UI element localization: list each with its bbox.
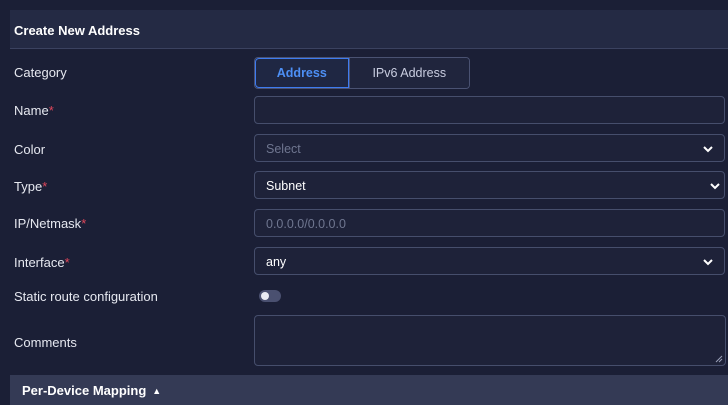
per-device-mapping-title: Per-Device Mapping ▲: [22, 383, 161, 398]
chevron-down-icon: [703, 146, 713, 153]
caret-up-icon: ▲: [152, 386, 162, 396]
category-option-address[interactable]: Address: [255, 58, 349, 88]
page-title: Create New Address: [14, 23, 140, 38]
ip-netmask-placeholder: 0.0.0.0/0.0.0.0: [266, 217, 346, 231]
category-option-ipv6-address[interactable]: IPv6 Address: [348, 58, 469, 88]
static-route-toggle[interactable]: [259, 290, 281, 302]
type-select[interactable]: Subnet: [254, 171, 725, 199]
chevron-down-icon: [710, 183, 720, 190]
interface-value: any: [266, 255, 287, 269]
comments-textarea[interactable]: [254, 315, 726, 366]
color-label: Color: [14, 142, 46, 157]
color-placeholder: Select: [266, 142, 301, 156]
type-label-text: Type: [14, 179, 43, 194]
chevron-down-icon: [703, 259, 713, 266]
ip-netmask-input[interactable]: 0.0.0.0/0.0.0.0: [254, 209, 725, 237]
toggle-knob: [261, 292, 269, 300]
interface-select[interactable]: any: [254, 247, 725, 275]
resize-handle-icon[interactable]: [715, 355, 723, 363]
required-mark: *: [48, 103, 54, 118]
name-input[interactable]: [254, 96, 725, 124]
type-value: Subnet: [266, 179, 306, 193]
category-toggle: Address IPv6 Address: [254, 57, 470, 89]
static-route-label: Static route configuration: [14, 289, 158, 304]
type-label: Type*: [14, 179, 47, 194]
color-select[interactable]: Select: [254, 134, 725, 162]
per-device-mapping-section[interactable]: Per-Device Mapping ▲: [10, 375, 728, 405]
create-address-panel: Create New Address Category Address IPv6…: [0, 0, 728, 405]
required-mark: *: [81, 216, 87, 231]
ip-netmask-label: IP/Netmask*: [14, 216, 86, 231]
interface-label: Interface*: [14, 255, 70, 270]
required-mark: *: [42, 179, 48, 194]
category-label: Category: [14, 65, 67, 80]
required-mark: *: [64, 255, 70, 270]
ip-netmask-label-text: IP/Netmask: [14, 216, 82, 231]
name-label: Name*: [14, 103, 54, 118]
name-label-text: Name: [14, 103, 49, 118]
interface-label-text: Interface: [14, 255, 65, 270]
per-device-mapping-label: Per-Device Mapping: [22, 383, 147, 398]
comments-label: Comments: [14, 335, 77, 350]
panel-header: Create New Address: [10, 10, 728, 49]
